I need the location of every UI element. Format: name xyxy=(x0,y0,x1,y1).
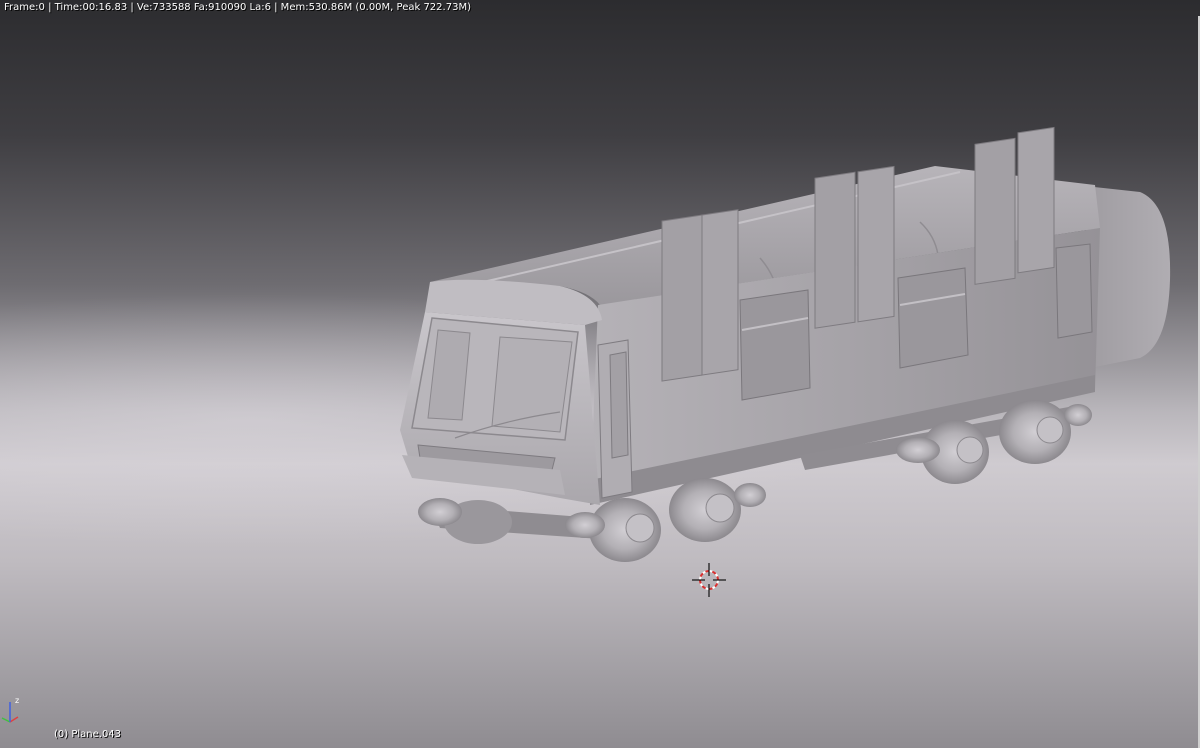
axis-gizmo-icon: z xyxy=(1,696,19,723)
train-model-render[interactable] xyxy=(0,0,1200,748)
wheel-front-left xyxy=(418,498,512,544)
3d-cursor-icon[interactable] xyxy=(692,563,726,597)
axis-z-label: z xyxy=(15,696,19,705)
3d-viewport[interactable]: Frame:0 | Time:00:16.83 | Ve:733588 Fa:9… xyxy=(0,0,1200,748)
active-object-label: (0) Plane.043 xyxy=(54,729,122,740)
